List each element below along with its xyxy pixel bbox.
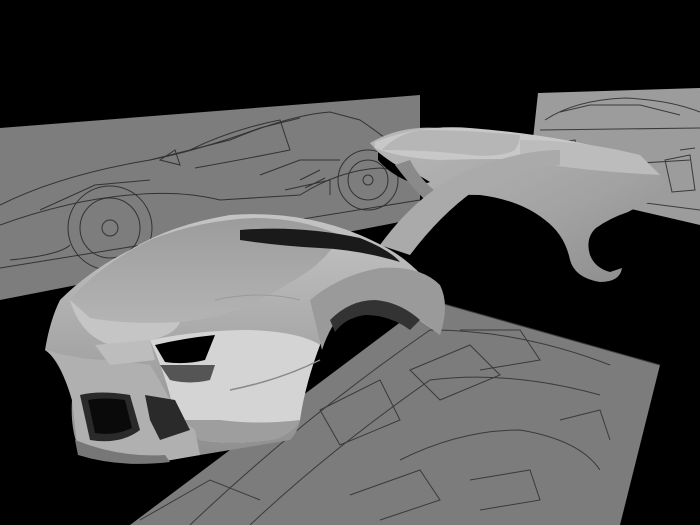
viewport-canvas bbox=[0, 88, 700, 525]
3d-viewport[interactable] bbox=[0, 0, 700, 525]
